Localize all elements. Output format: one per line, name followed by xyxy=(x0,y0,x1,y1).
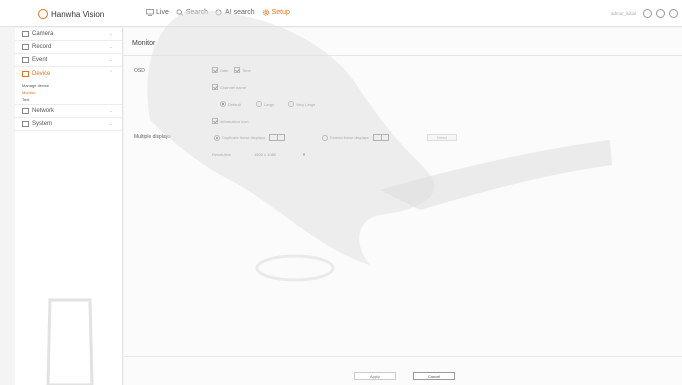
sidebar-item-label: System xyxy=(32,121,53,127)
osd-date-checkbox[interactable]: Date xyxy=(212,67,228,73)
sidebar-item-network[interactable]: Network ⌄ xyxy=(15,105,122,118)
logo-icon xyxy=(38,9,48,19)
extend-displays-radio[interactable]: Extend these displays xyxy=(322,134,389,141)
sidebar-sub-manage-device[interactable]: Manage device xyxy=(15,82,122,89)
radio-icon xyxy=(288,101,294,107)
radio-icon xyxy=(214,134,220,141)
chevron-down-icon: ⌄ xyxy=(108,108,113,114)
sidebar-item-label: Camera xyxy=(32,31,54,37)
nav-search[interactable]: Search xyxy=(176,9,208,16)
sidebar-item-camera[interactable]: Camera ⌄ xyxy=(15,28,122,41)
detect-button[interactable]: Detect xyxy=(427,134,457,141)
sidebar-item-event[interactable]: Event ⌄ xyxy=(15,54,122,67)
cancel-button[interactable]: Cancel xyxy=(413,372,455,380)
size-large-label: Large xyxy=(264,101,275,107)
checkbox-icon xyxy=(212,67,218,73)
ai-search-icon xyxy=(215,9,222,16)
top-bar: Hanwha Vision Live Search AI search Setu… xyxy=(0,0,682,27)
gear-icon xyxy=(262,9,269,16)
network-icon xyxy=(22,108,29,114)
radio-icon xyxy=(322,134,328,141)
user-name[interactable]: admin_initial xyxy=(611,11,636,16)
monitor-icon xyxy=(146,9,154,16)
sidebar-item-device[interactable]: Device ⌃ xyxy=(15,67,122,80)
main-panel: Monitor OSD Date Time Channel name Defau… xyxy=(124,28,682,385)
user-icon[interactable] xyxy=(643,9,652,18)
sidebar-item-system[interactable]: System ⌄ xyxy=(15,118,122,131)
osd-date-label: Date xyxy=(220,67,229,73)
radio-icon xyxy=(256,101,262,107)
osd-label: OSD xyxy=(134,68,145,74)
nav-live-label: Live xyxy=(156,9,169,16)
channel-name-label: Channel name xyxy=(220,84,247,90)
osd-time-checkbox[interactable]: Time xyxy=(234,67,251,73)
resolution-label: Resolution xyxy=(212,152,231,157)
record-icon xyxy=(22,44,29,50)
size-very-large-radio[interactable]: Very Large xyxy=(288,101,315,107)
chevron-up-icon: ⌃ xyxy=(108,70,113,76)
sidebar-item-label: Network xyxy=(32,108,55,114)
information-icon-label: Information icon xyxy=(220,118,249,124)
chevron-down-icon: ⌄ xyxy=(108,31,113,37)
device-icon xyxy=(22,70,29,77)
sidebar-sub-text[interactable]: Text xyxy=(15,96,122,103)
sidebar-item-label: Device xyxy=(32,70,51,77)
chevron-down-icon: ⌄ xyxy=(108,121,113,127)
apply-button[interactable]: Apply xyxy=(354,372,396,380)
information-icon-checkbox[interactable]: Information icon xyxy=(212,118,248,124)
device-submenu: Manage device Monitor Text xyxy=(15,80,122,105)
divider xyxy=(124,356,682,357)
sidebar: Camera ⌄ Record ⌄ Event ⌄ Device ⌃ Manag… xyxy=(15,28,123,385)
sidebar-item-label: Record xyxy=(32,44,52,50)
nav-live[interactable]: Live xyxy=(146,9,169,16)
search-icon xyxy=(176,9,184,16)
dual-display-icon xyxy=(372,134,389,141)
dual-display-icon xyxy=(269,134,286,141)
top-right-tools: admin_initial xyxy=(611,9,678,18)
event-icon xyxy=(22,57,29,63)
power-icon[interactable] xyxy=(669,9,678,18)
duplicate-displays-label: Duplicate these displays xyxy=(222,135,266,140)
brand-logo: Hanwha Vision xyxy=(38,9,104,19)
resolution-value: 1920 x 1080 xyxy=(254,151,277,157)
radio-icon xyxy=(220,101,226,107)
system-icon xyxy=(22,121,29,127)
duplicate-displays-radio[interactable]: Duplicate these displays xyxy=(214,134,286,141)
size-default-label: Default xyxy=(228,101,241,107)
help-icon[interactable] xyxy=(656,9,665,18)
nav-setup[interactable]: Setup xyxy=(262,9,290,16)
nav-setup-label: Setup xyxy=(271,9,290,16)
extend-displays-label: Extend these displays xyxy=(330,135,369,140)
size-default-radio[interactable]: Default xyxy=(220,101,241,107)
checkbox-icon xyxy=(212,84,218,90)
nav-ai-search-label: AI search xyxy=(225,9,255,16)
caret-down-icon: ▼ xyxy=(302,151,306,157)
resolution-select[interactable]: 1920 x 1080 ▼ xyxy=(252,150,308,158)
chevron-down-icon: ⌄ xyxy=(108,57,113,63)
main-nav: Live Search AI search Setup xyxy=(146,9,297,16)
channel-name-checkbox[interactable]: Channel name xyxy=(212,84,246,90)
sidebar-item-record[interactable]: Record ⌄ xyxy=(15,41,122,54)
sidebar-item-label: Event xyxy=(32,57,48,63)
page-title: Monitor xyxy=(132,40,156,47)
checkbox-icon xyxy=(212,118,218,124)
size-large-radio[interactable]: Large xyxy=(256,101,274,107)
size-very-large-label: Very Large xyxy=(296,101,316,107)
osd-time-label: Time xyxy=(242,67,251,73)
chevron-down-icon: ⌄ xyxy=(108,44,113,50)
sidebar-sub-monitor[interactable]: Monitor xyxy=(15,89,122,96)
camera-icon xyxy=(22,31,29,37)
divider xyxy=(124,55,682,56)
nav-search-label: Search xyxy=(185,9,209,16)
logo-text: Hanwha Vision xyxy=(51,9,105,19)
multiple-displays-label: Multiple displays xyxy=(134,134,171,140)
nav-ai-search[interactable]: AI search xyxy=(215,9,255,16)
checkbox-icon xyxy=(234,67,240,73)
